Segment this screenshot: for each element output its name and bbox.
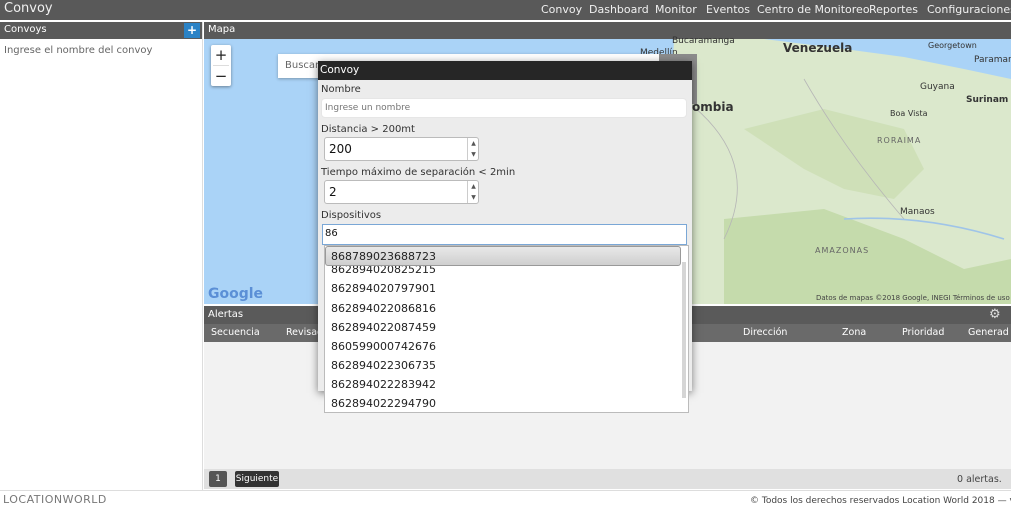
convoys-panel-title: Convoys (4, 24, 47, 35)
devices-input[interactable]: 86 (322, 224, 687, 245)
gear-icon[interactable]: ⚙ (989, 307, 1001, 322)
device-option[interactable]: 862894022294790 (331, 397, 436, 410)
time-stepper[interactable]: 2 ▲ ▼ (324, 180, 479, 204)
time-value: 2 (329, 185, 337, 199)
map-panel-title: Mapa (208, 24, 236, 35)
map-label: Paramaribo (974, 55, 1011, 65)
map-label: RORAIMA (877, 136, 922, 145)
dialog-title: Convoy (320, 64, 360, 76)
nav-convoy[interactable]: Convoy (541, 3, 582, 16)
nav-configuraciones[interactable]: Configuraciones (927, 3, 1011, 16)
add-convoy-button[interactable]: + (184, 23, 200, 38)
next-page-button[interactable]: Siguiente (235, 471, 279, 487)
time-spin-arrows[interactable]: ▲ ▼ (467, 181, 479, 203)
map-label: Venezuela (783, 41, 853, 55)
locationworld-logo: LOCATIONWORLD (3, 493, 107, 506)
column-generado[interactable]: Generado (968, 327, 1008, 338)
column-prioridad[interactable]: Prioridad (902, 327, 944, 338)
name-input[interactable] (321, 98, 687, 118)
devices-dropdown: 862894020825215 862894020797901 86289402… (324, 245, 689, 413)
nav-centro-monitoreo[interactable]: Centro de Monitoreo (757, 3, 870, 16)
map-label: Manaos (900, 207, 935, 217)
zoom-in-button[interactable]: + (211, 45, 231, 65)
map-label: Boa Vista (890, 109, 928, 118)
name-label: Nombre (321, 84, 361, 95)
map-credit[interactable]: Datos de mapas ©2018 Google, INEGI Térmi… (816, 294, 1010, 302)
device-option-selected[interactable]: 868789023688723 (325, 246, 681, 266)
map-label: Surinam (966, 95, 1009, 105)
alerts-pager (204, 469, 1011, 489)
nav-reportes[interactable]: Reportes (869, 3, 918, 16)
nav-eventos[interactable]: Eventos (706, 3, 750, 16)
map-search-placeholder: Buscar (285, 60, 320, 71)
copyright-text: © Todos los derechos reservados Location… (750, 496, 1011, 506)
map-label: AMAZONAS (815, 246, 870, 255)
distance-spin-arrows[interactable]: ▲ ▼ (467, 138, 479, 160)
app-title: Convoy (4, 1, 53, 16)
devices-label: Dispositivos (321, 210, 382, 221)
device-option-selected-label: 868789023688723 (331, 250, 436, 263)
distance-stepper[interactable]: 200 ▲ ▼ (324, 137, 479, 161)
device-option[interactable]: 862894022283942 (331, 378, 436, 391)
time-label: Tiempo máximo de separación < 2min (321, 167, 516, 178)
map-label: Georgetown (928, 41, 977, 50)
map-label: Guyana (920, 82, 955, 92)
distance-label: Distancia > 200mt (321, 124, 415, 135)
zoom-out-button[interactable]: − (211, 66, 231, 86)
column-secuencia[interactable]: Secuencia (211, 327, 260, 338)
dropdown-scrollbar[interactable] (682, 262, 686, 398)
dialog-header[interactable] (318, 61, 692, 80)
nav-monitor[interactable]: Monitor (655, 3, 697, 16)
convoy-name-hint: Ingrese el nombre del convoy (4, 45, 153, 56)
map-label: Bucaramanga (672, 36, 735, 46)
alerts-count: 0 alertas. (957, 474, 1002, 485)
map-zoom-control: + − (211, 45, 231, 86)
map-panel-header (204, 22, 1011, 39)
column-direccion[interactable]: Dirección (743, 327, 787, 338)
device-option[interactable]: 860599000742676 (331, 340, 436, 353)
alerts-panel-title: Alertas (208, 309, 244, 320)
column-zona[interactable]: Zona (842, 327, 866, 338)
google-logo: Google (208, 286, 264, 302)
page-1-button[interactable]: 1 (209, 471, 227, 487)
map-label: ombia (692, 100, 734, 114)
distance-value: 200 (329, 142, 352, 156)
device-option[interactable]: 862894022087459 (331, 321, 436, 334)
nav-dashboard[interactable]: Dashboard (589, 3, 649, 16)
device-option[interactable]: 862894022306735 (331, 359, 436, 372)
device-option[interactable]: 862894022086816 (331, 302, 436, 315)
panel-divider (202, 22, 203, 490)
device-option[interactable]: 862894020797901 (331, 282, 436, 295)
